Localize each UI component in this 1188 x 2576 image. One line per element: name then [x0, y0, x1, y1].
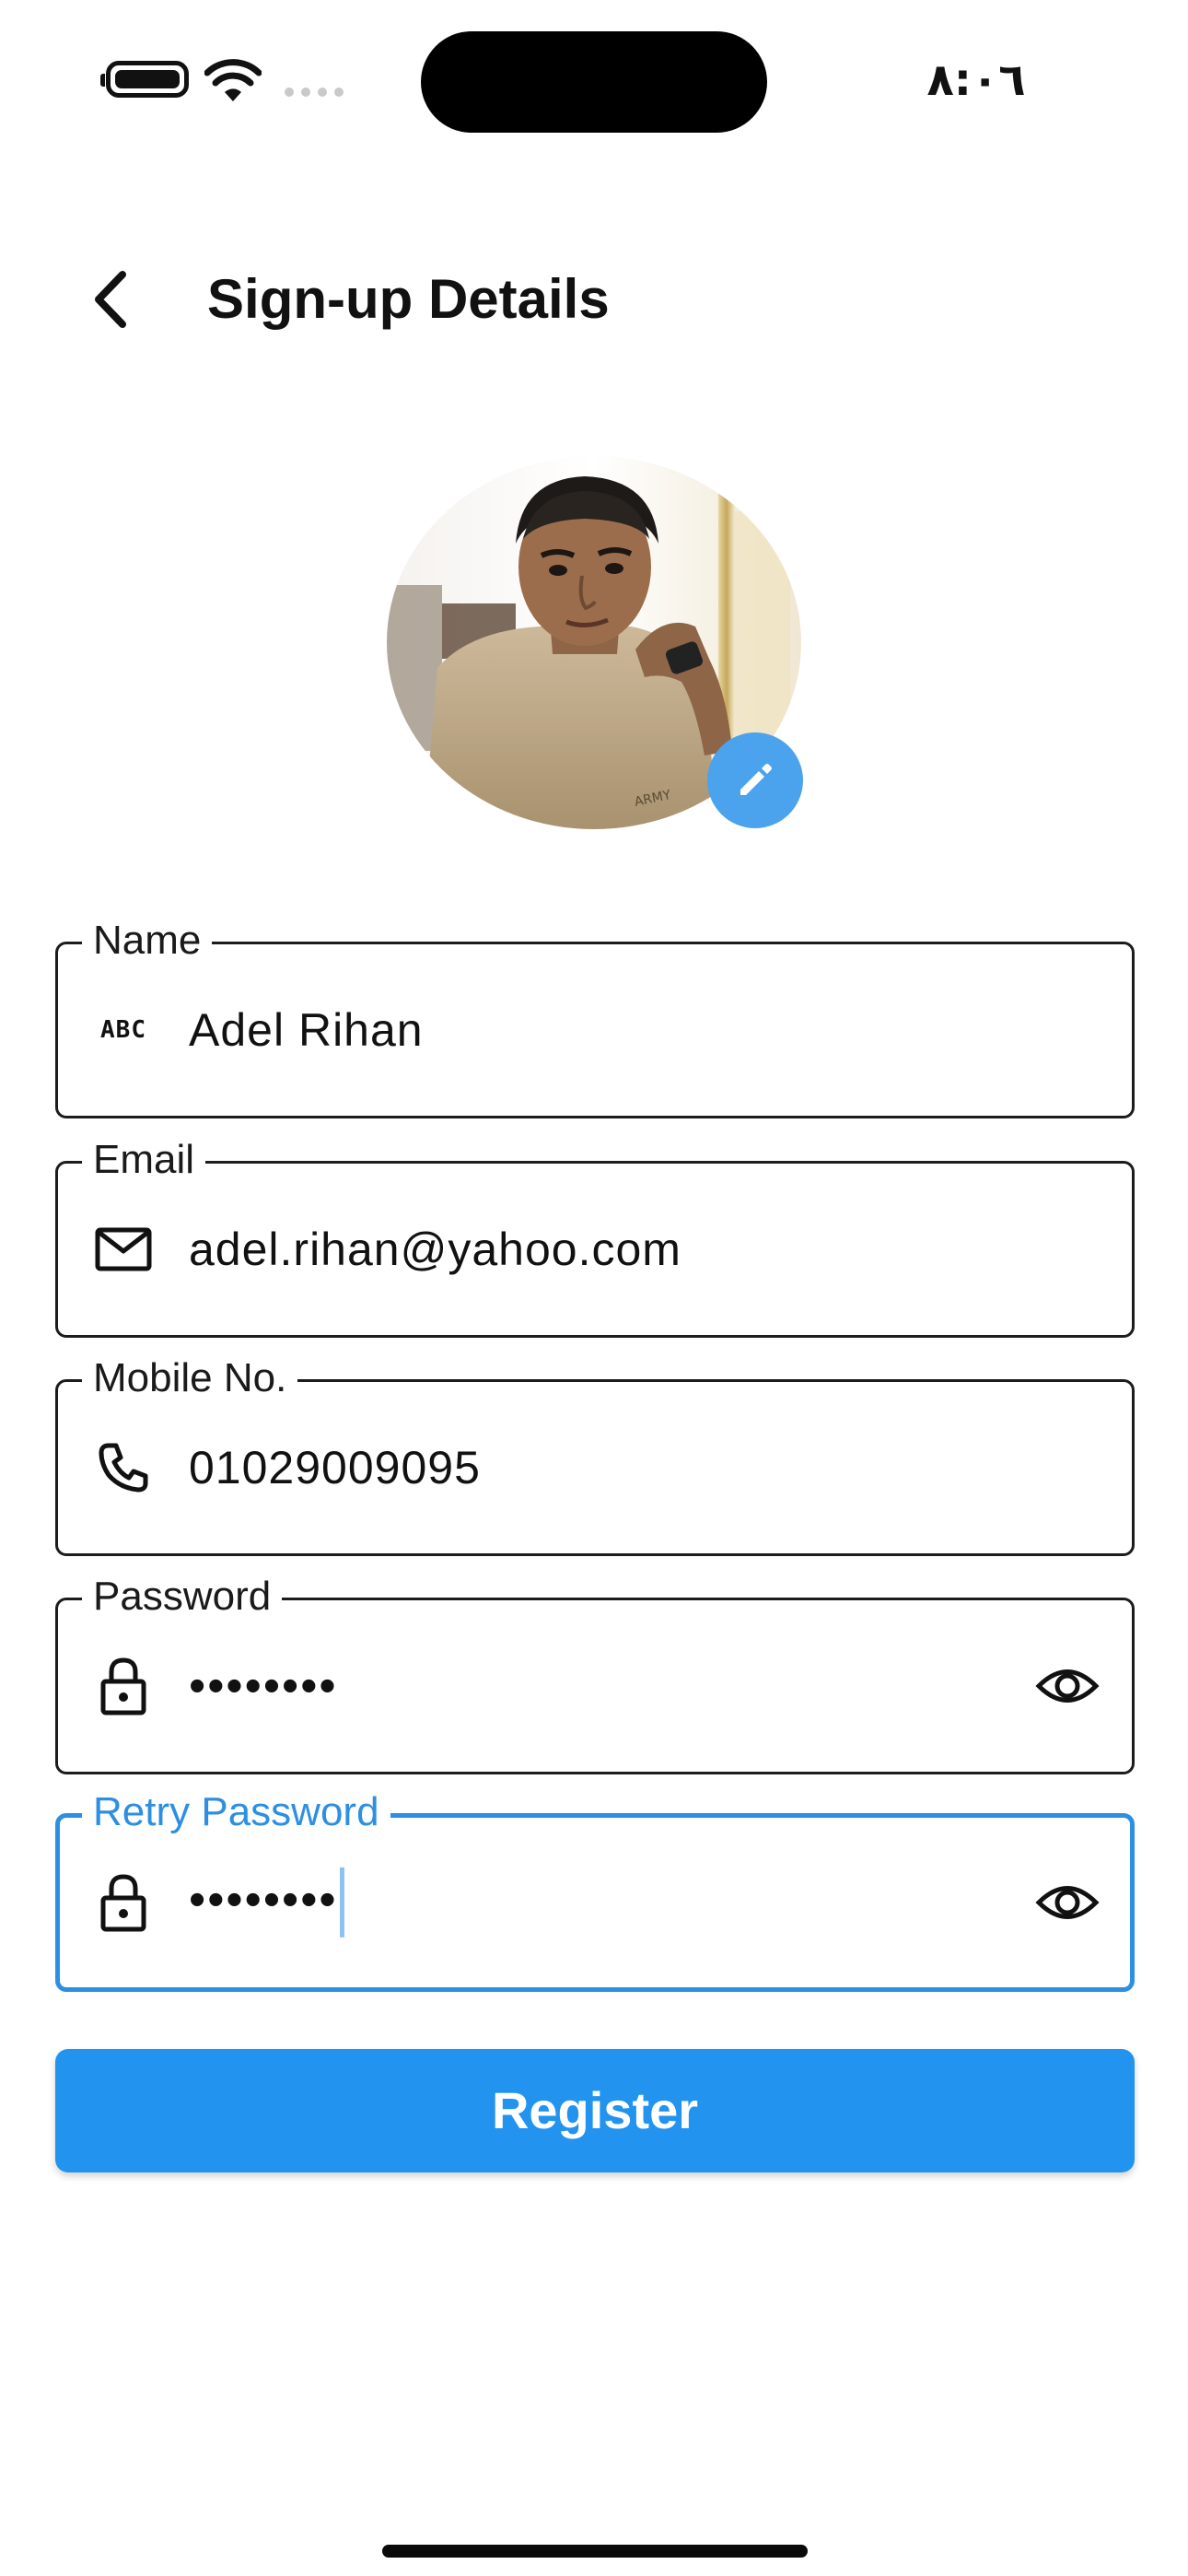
retry-password-value: •••••••• — [189, 1872, 338, 1926]
battery-icon — [100, 61, 189, 98]
name-label: Name — [82, 913, 213, 968]
edit-avatar-button[interactable] — [707, 732, 803, 828]
text-cursor — [339, 1868, 344, 1938]
pencil-icon — [740, 764, 772, 795]
eye-icon — [1035, 1886, 1100, 1919]
name-value: Adel Rihan — [189, 1004, 424, 1056]
dynamic-island — [421, 31, 767, 133]
lock-icon — [93, 1656, 154, 1716]
chevron-left-icon — [95, 271, 126, 328]
register-button[interactable]: Register — [55, 2049, 1135, 2172]
mobile-value: 01029009095 — [189, 1442, 481, 1493]
status-time: ٨:٠٦ — [926, 54, 1026, 106]
signal-icon — [285, 88, 344, 97]
page-title: Sign-up Details — [207, 268, 610, 330]
password-label: Password — [82, 1569, 283, 1624]
mail-icon — [93, 1219, 154, 1280]
toggle-password-visibility-button[interactable] — [1029, 1647, 1106, 1725]
abc-icon: ABC — [93, 1000, 154, 1060]
status-bar: ٨:٠٦ — [0, 0, 1188, 157]
retry-password-input[interactable]: •••••••• — [189, 1868, 344, 1938]
abc-icon-text: ABC — [100, 1016, 146, 1044]
password-field[interactable]: Password •••••••• — [55, 1569, 1135, 1774]
password-value: •••••••• — [189, 1659, 338, 1713]
wifi-icon — [204, 59, 262, 101]
name-field[interactable]: Name ABC Adel Rihan — [55, 913, 1135, 1118]
home-indicator[interactable] — [382, 2545, 808, 2558]
email-field[interactable]: Email adel.rihan@yahoo.com — [55, 1132, 1135, 1338]
back-button[interactable] — [74, 258, 147, 341]
lock-icon — [93, 1872, 154, 1933]
email-value: adel.rihan@yahoo.com — [189, 1224, 681, 1275]
eye-icon — [1035, 1669, 1100, 1703]
retry-password-label: Retry Password — [82, 1785, 390, 1840]
mobile-label: Mobile No. — [82, 1351, 298, 1406]
email-label: Email — [82, 1132, 206, 1188]
phone-icon — [93, 1437, 154, 1498]
retry-password-field[interactable]: Retry Password •••••••• — [55, 1785, 1135, 1992]
toggle-retry-password-visibility-button[interactable] — [1029, 1864, 1106, 1941]
avatar-section: ARMY — [387, 456, 803, 834]
mobile-field[interactable]: Mobile No. 01029009095 — [55, 1351, 1135, 1556]
